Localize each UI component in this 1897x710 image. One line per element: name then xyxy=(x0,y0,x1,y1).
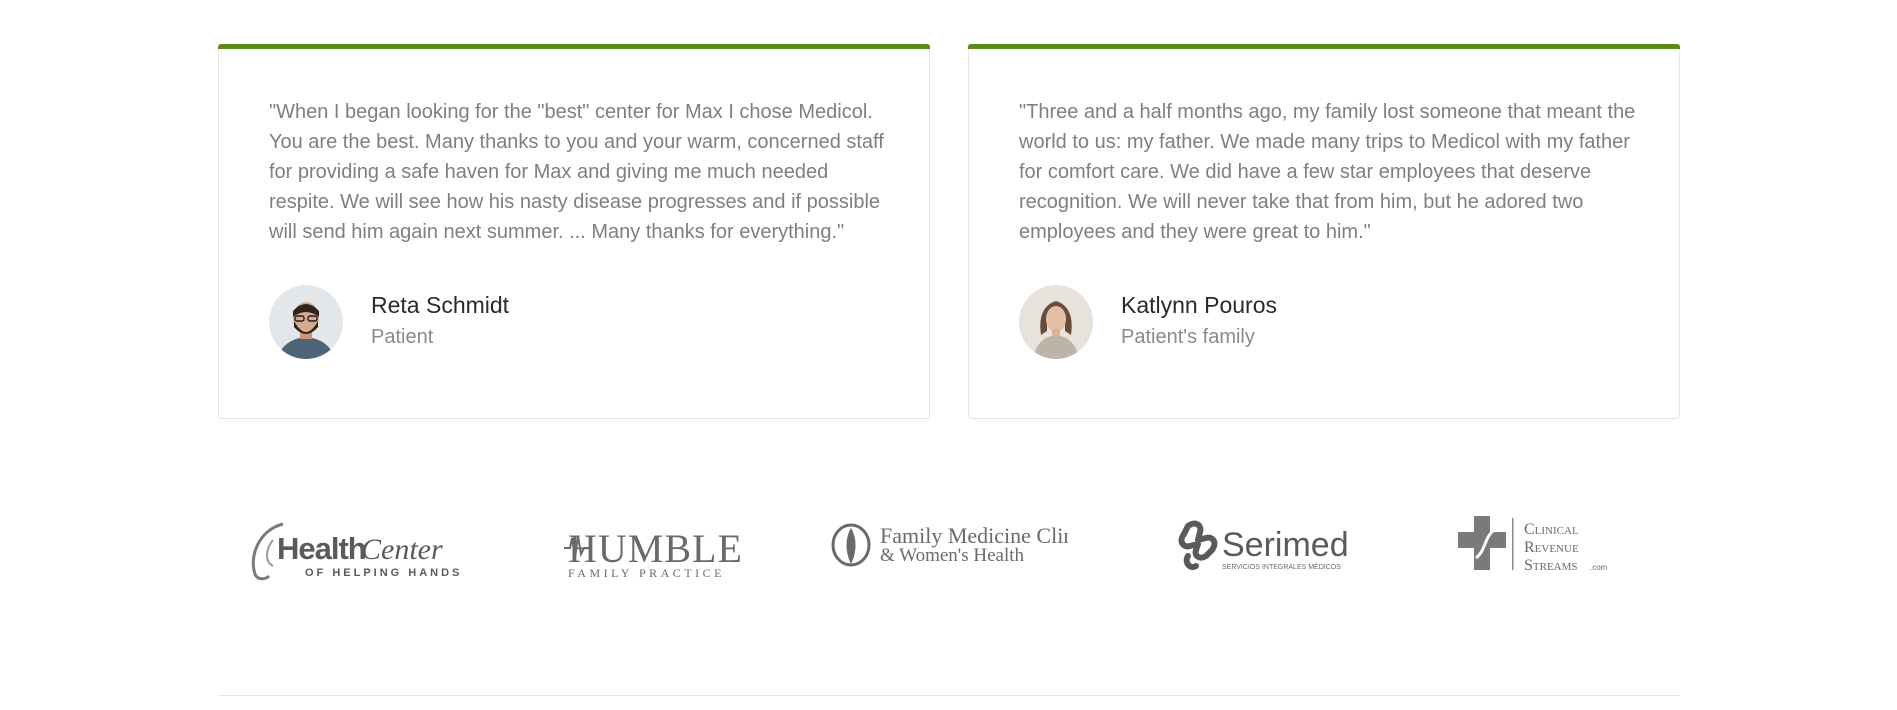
testimonial-card: "When I began looking for the "best" cen… xyxy=(218,44,930,419)
testimonial-role: Patient's family xyxy=(1121,326,1255,348)
avatar xyxy=(269,285,343,359)
testimonial-name: Reta Schmidt xyxy=(371,292,510,318)
logo-text: Streams xyxy=(1524,557,1578,574)
logo-text: Revenue xyxy=(1524,539,1579,556)
logo-tagline: SERVICIOS INTEGRALES MÉDICOS xyxy=(1222,562,1341,571)
logo-text: Serimed xyxy=(1222,526,1349,564)
humble-logo[interactable]: HUMBLE FAMILY PRACTICE xyxy=(560,500,740,590)
serimed-logo[interactable]: Serimed SERVICIOS INTEGRALES MÉDICOS xyxy=(1162,500,1352,590)
testimonial-role: Patient xyxy=(371,326,434,348)
logo-text: & Women's Health xyxy=(880,545,1025,566)
logo-text: Clinical xyxy=(1524,521,1579,538)
family-medicine-logo[interactable]: Family Medicine Clinic & Women's Health xyxy=(828,500,1068,590)
logo-text: Health xyxy=(277,531,366,566)
testimonial-quote: "Three and a half months ago, my family … xyxy=(1019,101,1636,243)
logo-tagline: OF HELPING HANDS xyxy=(305,567,462,579)
logo-tagline: FAMILY PRACTICE xyxy=(568,566,725,580)
health-center-logo[interactable]: Health Center OF HELPING HANDS xyxy=(243,500,463,590)
logo-text: .com xyxy=(1590,563,1608,572)
logo-text: Center xyxy=(361,533,443,566)
testimonial-name: Katlynn Pouros xyxy=(1121,292,1277,318)
avatar xyxy=(1019,285,1093,359)
section-divider xyxy=(218,695,1680,696)
testimonial-quote: "When I began looking for the "best" cen… xyxy=(269,101,884,243)
clinical-revenue-streams-logo[interactable]: Clinical Revenue Streams .com xyxy=(1456,500,1626,590)
testimonial-card: "Three and a half months ago, my family … xyxy=(968,44,1680,419)
logo-text: HUMBLE xyxy=(568,526,740,571)
